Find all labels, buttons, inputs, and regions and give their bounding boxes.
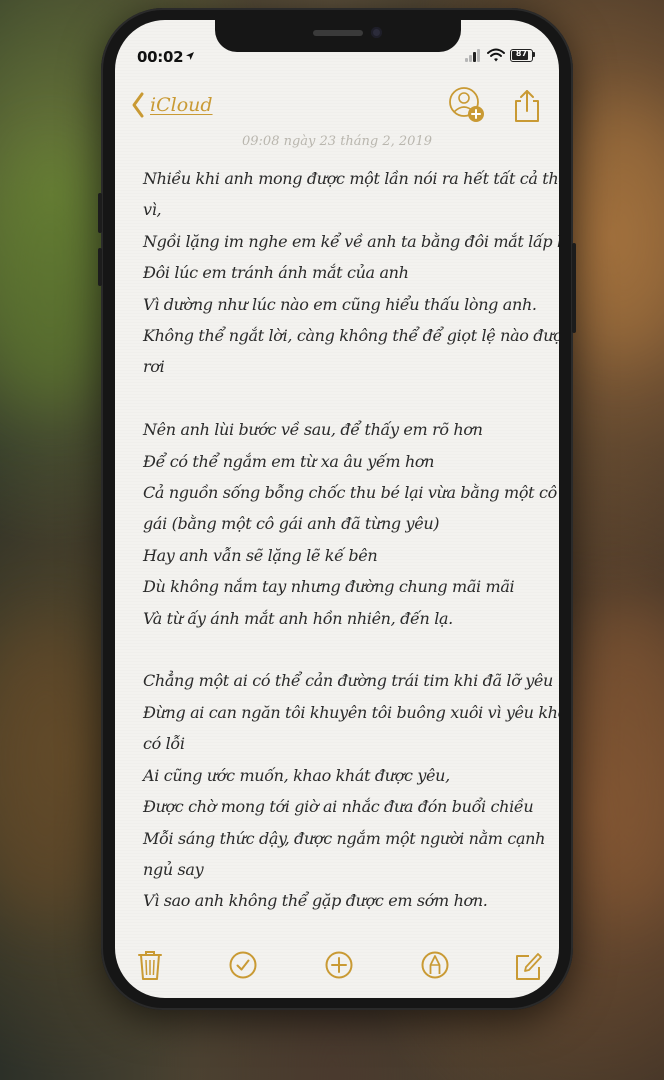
signal-icon	[465, 48, 483, 62]
note-line: Đôi lúc em tránh ánh mắt của anh	[143, 263, 409, 283]
back-button[interactable]: iCloud	[131, 88, 213, 122]
markup-icon	[421, 951, 449, 979]
background-blur	[560, 600, 664, 920]
status-time: 00:02	[137, 48, 184, 66]
note-line: Nhiều khi anh mong được một lần nói ra h…	[143, 169, 559, 188]
compose-button[interactable]	[513, 948, 543, 982]
bottom-toolbar	[115, 948, 559, 988]
phone-frame: 00:02 87 iCloud 09:08 ngày 23 tháng 2, 2…	[98, 8, 576, 1010]
note-line: Để có thể ngắm em từ xa âu yếm hơn	[143, 451, 435, 471]
battery-icon: 87	[510, 49, 533, 62]
chevron-left-icon	[132, 92, 144, 118]
note-date: 09:08 ngày 23 tháng 2, 2019	[242, 134, 432, 149]
note-line: có lỗi	[143, 734, 185, 754]
speaker	[313, 30, 363, 36]
note-line: Hay anh vẫn sẽ lặng lẽ kế bên	[143, 545, 378, 565]
note-blank-line	[143, 383, 538, 414]
add-button[interactable]	[324, 948, 354, 982]
note-line: Vì sao anh không thể gặp được em sớm hơn…	[143, 891, 488, 911]
checklist-button[interactable]	[228, 948, 258, 982]
back-label: iCloud	[150, 94, 213, 116]
note-line: Ai cũng ước muốn, khao khát được yêu,	[143, 765, 450, 785]
note-line: Đừng ai can ngăn tôi khuyên tôi buông xu…	[143, 702, 559, 722]
note-line: Cả nguồn sống bỗng chốc thu bé lại vừa b…	[143, 483, 557, 503]
note-line: Mỗi sáng thức dậy, được ngắm một người n…	[143, 828, 546, 848]
note-line: ngủ say	[143, 859, 204, 879]
mute-switch	[98, 193, 102, 233]
screen: 00:02 87 iCloud 09:08 ngày 23 tháng 2, 2…	[115, 20, 559, 998]
note-line: Vì dường như lúc nào em cũng hiểu thấu l…	[143, 294, 537, 314]
status-icons: 87	[465, 48, 537, 64]
trash-icon	[138, 951, 162, 980]
note-line: Ngồi lặng im nghe em kể về anh ta bằng đ…	[143, 231, 559, 251]
note-body[interactable]: Nhiều khi anh mong được một lần nói ra h…	[143, 163, 559, 917]
note-line: rơi	[143, 357, 165, 377]
wifi-icon	[487, 48, 505, 62]
notch	[215, 20, 461, 52]
note-line: Nên anh lùi bước về sau, để thấy em rõ h…	[143, 420, 483, 440]
volume-up-button	[98, 248, 102, 286]
battery-label: 87	[515, 49, 528, 58]
note-line: vì,	[143, 200, 162, 220]
power-button	[572, 243, 576, 333]
note-blank-line	[143, 634, 538, 665]
battery-cap	[533, 52, 535, 57]
note-line: Dù không nắm tay nhưng đường chung mãi m…	[143, 577, 515, 597]
note-line: Không thể ngắt lời, càng không thể để gi…	[143, 326, 559, 346]
checklist-icon	[229, 951, 257, 979]
note-line: Và từ ấy ánh mắt anh hồn nhiên, đến lạ.	[143, 608, 453, 628]
share-button[interactable]	[512, 88, 542, 124]
markup-button[interactable]	[420, 948, 450, 982]
compose-icon	[516, 953, 542, 980]
add-people-button[interactable]	[448, 86, 486, 124]
note-line: Được chờ mong tới giờ ai nhắc đưa đón bu…	[143, 797, 534, 817]
add-icon	[325, 951, 353, 979]
add-person-icon	[449, 87, 484, 122]
note-line: gái (bằng một cô gái anh đã từng yêu)	[143, 514, 440, 534]
note-line: Chẳng một ai có thể cản đường trái tim k…	[143, 671, 559, 691]
delete-button[interactable]	[135, 948, 165, 982]
location-arrow-icon	[186, 52, 194, 60]
nav-bar: iCloud	[115, 86, 559, 126]
front-camera	[371, 27, 382, 38]
share-icon	[515, 90, 539, 122]
